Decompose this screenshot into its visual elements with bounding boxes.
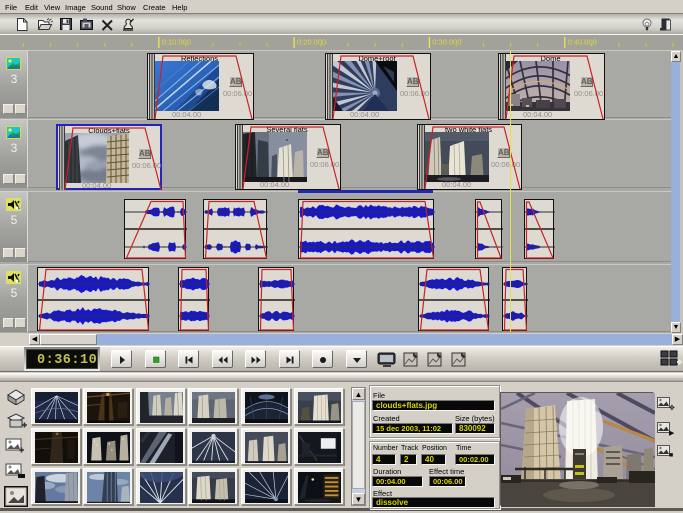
- svg-text:0:30.000: 0:30.000: [432, 38, 461, 47]
- svg-text:0:20.000: 0:20.000: [297, 38, 326, 47]
- svg-text:0:40.000: 0:40.000: [568, 38, 597, 47]
- svg-text:0:10.000: 0:10.000: [162, 38, 191, 47]
